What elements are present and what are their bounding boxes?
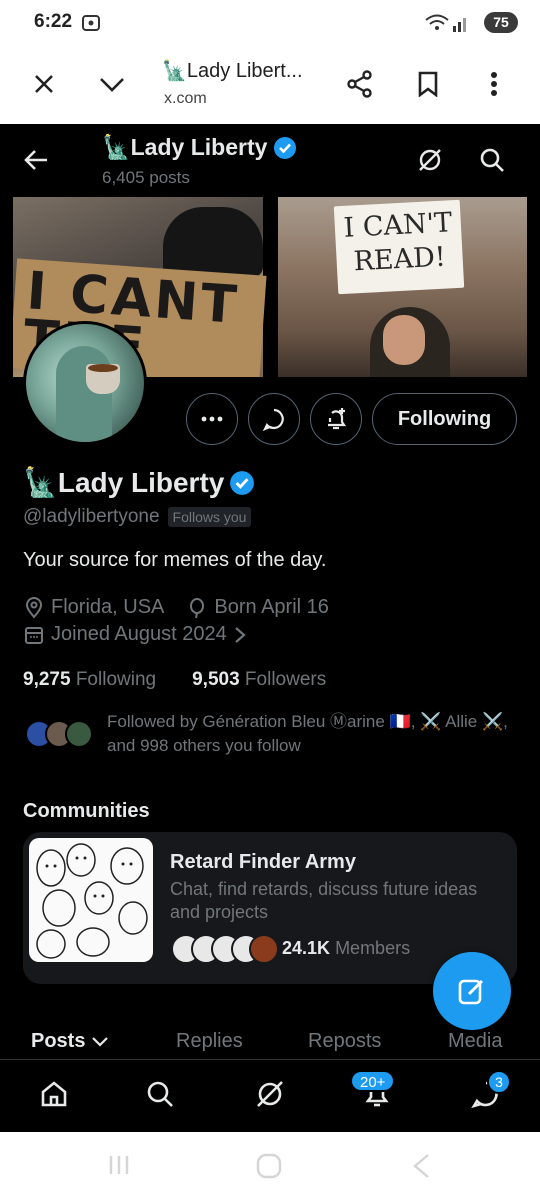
close-icon — [35, 75, 53, 93]
bookmark-icon — [418, 71, 438, 97]
tab-posts[interactable]: Posts — [31, 1030, 109, 1053]
notifications-badge: 20+ — [350, 1070, 396, 1092]
protester-figure — [163, 207, 263, 277]
profile-handle: @ladylibertyone — [23, 506, 160, 527]
community-name: Retard Finder Army — [170, 851, 356, 873]
messages-badge: 3 — [487, 1070, 511, 1094]
collapse-button[interactable] — [92, 64, 132, 104]
more-options-button[interactable] — [186, 393, 238, 445]
message-button[interactable] — [248, 393, 300, 445]
follow-stats: 9,275 Following 9,503 Followers — [23, 669, 326, 691]
nav-home[interactable] — [32, 1072, 76, 1116]
arrow-left-icon — [24, 150, 47, 170]
bookmark-button[interactable] — [408, 64, 448, 104]
member-avatar — [249, 934, 279, 964]
community-description: Chat, find retards, discuss future ideas… — [170, 879, 478, 922]
more-vertical-icon — [491, 72, 497, 96]
nav-grok[interactable] — [248, 1072, 292, 1116]
location-pin-icon — [25, 596, 43, 619]
community-image — [29, 838, 153, 962]
handle-row: @ladylibertyone Follows you — [23, 506, 252, 528]
status-bar: 6:22 75 — [0, 0, 540, 46]
person-face — [383, 315, 425, 365]
grok-button[interactable] — [412, 142, 448, 178]
battery-indicator: 75 — [484, 12, 518, 33]
coffee-surface — [88, 364, 118, 372]
verified-badge-icon — [274, 136, 297, 159]
home-system-icon[interactable] — [255, 1152, 283, 1185]
followed-by[interactable]: Followed by Génération Bleu Ⓜarine 🇫🇷, ⚔… — [23, 710, 523, 760]
location-birthday-row: Florida, USA Born April 16 — [23, 596, 329, 619]
following-stat[interactable]: 9,275 Following — [23, 669, 156, 691]
search-icon — [147, 1081, 173, 1107]
profile-tabs: Posts Replies Reposts Media — [0, 1024, 540, 1060]
browser-tab-title: 🗽Lady Libert... — [162, 60, 303, 82]
compose-icon — [458, 979, 484, 1005]
signal-icon — [452, 12, 470, 39]
grok-icon — [419, 149, 441, 171]
statue-figure — [56, 346, 112, 442]
status-time: 6:22 — [34, 11, 73, 32]
profile-joined: Joined August 2024 — [51, 623, 227, 645]
share-button[interactable] — [340, 64, 380, 104]
verified-badge-icon — [230, 470, 255, 495]
browser-menu-button[interactable] — [474, 64, 514, 104]
profile-birthday: Born April 16 — [214, 596, 329, 618]
browser-url[interactable]: x.com — [164, 90, 207, 108]
follows-you-badge: Follows you — [167, 507, 252, 527]
following-button[interactable]: Following — [372, 393, 517, 445]
search-icon — [480, 148, 504, 172]
chevron-right-icon — [234, 626, 246, 643]
system-navigation-bar — [0, 1132, 540, 1200]
tab-replies[interactable]: Replies — [176, 1030, 243, 1053]
profile-display-name: 🗽Lady Liberty — [23, 466, 255, 499]
community-members: 24.1K Members — [282, 938, 411, 958]
home-icon — [41, 1081, 67, 1107]
bell-plus-icon — [328, 408, 347, 430]
chat-bubble-icon — [262, 408, 284, 431]
banner-sign-right: I CAN'T READ! — [333, 199, 465, 295]
share-icon — [347, 70, 372, 98]
bottom-navigation: 20+ 3 — [0, 1059, 540, 1132]
community-member-avatars — [171, 934, 279, 964]
profile-header: 🗽Lady Liberty 6,405 posts — [0, 124, 540, 198]
recent-apps-icon[interactable] — [106, 1152, 132, 1183]
tab-reposts[interactable]: Reposts — [308, 1030, 381, 1053]
balloon-icon — [190, 597, 205, 618]
search-button[interactable] — [474, 142, 510, 178]
chevron-down-icon — [100, 78, 124, 92]
communities-heading: Communities — [23, 800, 150, 822]
notify-button[interactable] — [310, 393, 362, 445]
browser-toolbar: 🗽Lady Libert... x.com — [0, 46, 540, 124]
grok-icon — [257, 1081, 283, 1107]
profile-bio: Your source for memes of the day. — [23, 549, 327, 571]
calendar-icon — [25, 626, 43, 644]
avatar[interactable] — [23, 321, 147, 445]
tab-media[interactable]: Media — [448, 1030, 502, 1053]
close-tab-button[interactable] — [24, 64, 64, 104]
followers-stat[interactable]: 9,503 Followers — [192, 669, 326, 691]
profile-location: Florida, USA — [51, 596, 165, 618]
banner-image-right: I CAN'T READ! — [278, 197, 527, 377]
back-button[interactable] — [18, 142, 54, 178]
more-horizontal-icon — [201, 416, 223, 422]
profile-page: 🗽Lady Liberty 6,405 posts I CANT THE I C… — [0, 124, 540, 1132]
compose-post-button[interactable] — [433, 952, 511, 1030]
back-system-icon[interactable] — [410, 1152, 432, 1185]
wifi-icon — [424, 12, 450, 39]
nav-search[interactable] — [138, 1072, 182, 1116]
header-name: 🗽Lady Liberty — [102, 134, 297, 161]
community-card[interactable]: Retard Finder Army Chat, find retards, d… — [23, 832, 517, 984]
screen-record-icon — [80, 12, 102, 39]
joined-row[interactable]: Joined August 2024 — [23, 623, 247, 646]
chevron-down-icon — [92, 1036, 109, 1047]
followed-by-text: Followed by Génération Bleu Ⓜarine 🇫🇷, ⚔… — [107, 712, 508, 755]
follower-avatar — [65, 720, 93, 748]
posts-count: 6,405 posts — [102, 168, 190, 187]
